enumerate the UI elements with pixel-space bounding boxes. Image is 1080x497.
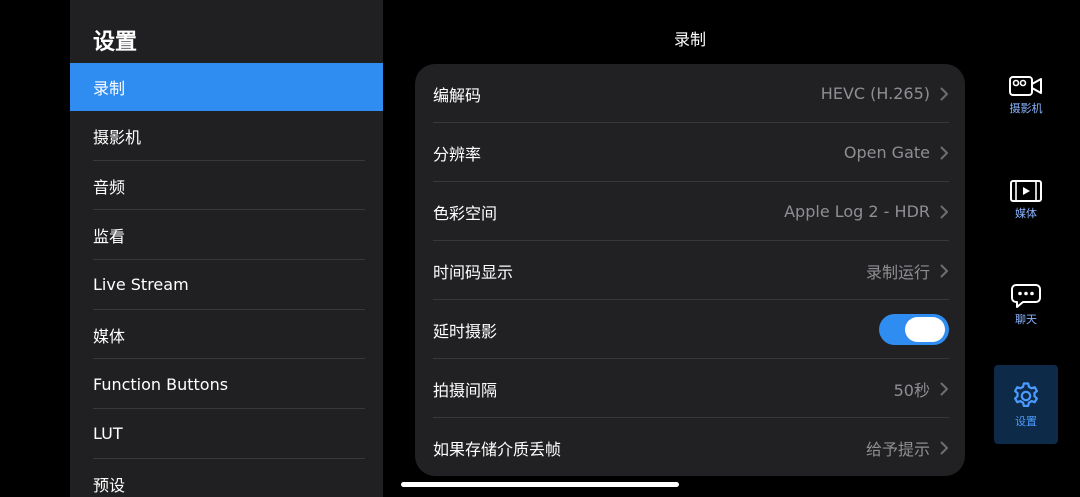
nav-chat[interactable]: 聊天 [994, 283, 1058, 327]
sidebar-item-monitoring[interactable]: 监看 [70, 210, 383, 260]
resolution-label: 分辨率 [433, 144, 482, 164]
chevron-right-icon [940, 205, 948, 218]
timelapse-row: 延时摄影 [433, 300, 949, 359]
interval-label: 拍摄间隔 [433, 380, 498, 400]
recording-settings-panel: 编解码 HEVC (H.265) 分辨率 Open Gate 色彩空间 Appl… [415, 64, 965, 476]
page-title: 录制 [673, 30, 706, 49]
sidebar-item-label: 监看 [93, 227, 126, 247]
sidebar-item-audio[interactable]: 音频 [70, 161, 383, 211]
chevron-right-icon [940, 441, 948, 454]
chevron-right-icon [940, 264, 948, 277]
dropped-frames-label: 如果存储介质丢帧 [433, 439, 562, 459]
sidebar-item-label: Function Buttons [93, 374, 229, 394]
color-space-value: Apple Log 2 - HDR [784, 202, 930, 221]
sidebar-item-label: 音频 [93, 177, 126, 197]
codec-label: 编解码 [433, 85, 482, 105]
sidebar-list: 录制 摄影机 音频 监看 Live Stream 媒体 Function But… [70, 63, 383, 497]
nav-settings[interactable]: 设置 [994, 365, 1058, 444]
sidebar-item-label: 录制 [93, 79, 126, 98]
timecode-label: 时间码显示 [433, 262, 514, 282]
sidebar-item-label: 预设 [93, 475, 126, 495]
timecode-value: 录制运行 [865, 262, 930, 282]
chevron-right-icon [940, 87, 948, 100]
chat-bubble-icon [1011, 284, 1041, 308]
timelapse-label: 延时摄影 [433, 321, 498, 341]
nav-camera[interactable]: 摄影机 [994, 74, 1058, 116]
nav-camera-label: 摄影机 [1009, 102, 1043, 115]
color-space-label: 色彩空间 [433, 203, 498, 223]
chevron-right-icon [940, 146, 948, 159]
interval-row[interactable]: 拍摄间隔 50秒 [433, 359, 949, 418]
timecode-row[interactable]: 时间码显示 录制运行 [433, 241, 949, 300]
codec-row[interactable]: 编解码 HEVC (H.265) [433, 64, 949, 123]
nav-settings-label: 设置 [1015, 414, 1037, 428]
codec-value: HEVC (H.265) [820, 84, 930, 103]
sidebar-item-live-stream[interactable]: Live Stream [70, 260, 383, 310]
resolution-row[interactable]: 分辨率 Open Gate [433, 123, 949, 182]
home-indicator[interactable] [401, 482, 679, 487]
sidebar-title: 设置 [93, 30, 138, 55]
color-space-row[interactable]: 色彩空间 Apple Log 2 - HDR [433, 182, 949, 241]
film-icon [1010, 180, 1042, 202]
video-camera-icon [1009, 76, 1042, 96]
sidebar-item-label: 媒体 [93, 326, 126, 346]
sidebar-item-label: LUT [93, 424, 123, 444]
gear-icon [1014, 381, 1038, 407]
resolution-value: Open Gate [843, 143, 930, 162]
sidebar-item-label: 摄影机 [93, 127, 142, 147]
sidebar-item-recording[interactable]: 录制 [70, 63, 383, 111]
nav-media-label: 媒体 [1015, 207, 1037, 220]
sidebar-item-presets[interactable]: 预设 [70, 459, 383, 497]
dropped-frames-value: 给予提示 [865, 439, 930, 459]
nav-media[interactable]: 媒体 [994, 179, 1058, 221]
interval-value: 50秒 [893, 380, 930, 400]
chevron-right-icon [940, 382, 948, 395]
toggle-knob [905, 317, 945, 342]
sidebar-item-label: Live Stream [93, 275, 189, 295]
settings-sidebar: 设置 录制 摄影机 音频 监看 Live Stream 媒体 Function … [70, 0, 383, 497]
timelapse-toggle[interactable] [879, 314, 949, 345]
nav-chat-label: 聊天 [1015, 313, 1037, 326]
dropped-frames-row[interactable]: 如果存储介质丢帧 给予提示 [433, 418, 949, 476]
sidebar-item-lut[interactable]: LUT [70, 409, 383, 459]
sidebar-item-camera[interactable]: 摄影机 [70, 111, 383, 161]
sidebar-item-media[interactable]: 媒体 [70, 310, 383, 360]
sidebar-item-function-buttons[interactable]: Function Buttons [70, 359, 383, 409]
